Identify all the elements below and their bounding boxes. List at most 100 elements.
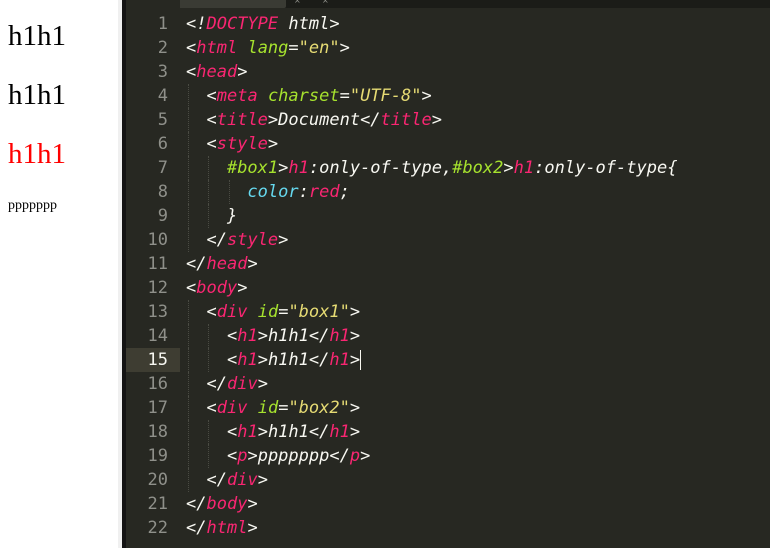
text-caret [360, 350, 362, 370]
code-token: </ [206, 374, 227, 394]
code-token: > [247, 518, 258, 538]
code-token: color [247, 182, 299, 202]
code-token: html [206, 518, 248, 538]
code-line[interactable]: <meta charset="UTF-8"> [186, 84, 432, 108]
code-line[interactable]: </html> [186, 516, 258, 540]
code-line[interactable]: <head> [186, 60, 247, 84]
code-token: meta [216, 86, 258, 106]
code-token: > [237, 62, 248, 82]
line-number: 9 [157, 206, 168, 226]
code-token: = [288, 38, 299, 58]
code-token: > [247, 494, 258, 514]
code-token: html [196, 38, 238, 58]
code-token: < [226, 446, 238, 466]
code-line[interactable]: </div> [186, 372, 268, 396]
code-token: h1 [237, 350, 258, 370]
code-token: : [534, 158, 545, 178]
code-line[interactable]: <html lang="en"> [186, 36, 350, 60]
code-token: head [196, 62, 238, 82]
code-line[interactable]: <h1>h1h1</h1> [186, 324, 360, 348]
code-token: < [186, 278, 197, 298]
code-token: p [237, 446, 248, 466]
code-token: h1 [237, 326, 258, 346]
code-token: > [421, 86, 432, 106]
code-line[interactable]: <body> [186, 276, 247, 300]
code-token: ; [339, 182, 350, 202]
code-token: > [257, 350, 268, 370]
code-token: body [206, 494, 248, 514]
code-token: head [206, 254, 248, 274]
code-token: { [667, 158, 678, 178]
code-line[interactable]: <title>Document</title> [186, 108, 442, 132]
code-token: > [247, 446, 258, 466]
line-number: 16 [147, 374, 168, 394]
code-line[interactable]: </div> [186, 468, 268, 492]
code-line[interactable]: color:red; [186, 180, 350, 204]
code-line[interactable]: <div id="box1"> [186, 300, 360, 324]
line-number: 3 [157, 62, 168, 82]
code-token: > [257, 326, 268, 346]
code-token: </ [206, 230, 227, 250]
code-token: </ [186, 254, 207, 274]
code-token: < [206, 398, 217, 418]
code-token: style [226, 230, 279, 250]
preview-paragraph: ppppppp [8, 198, 57, 213]
code-token: < [206, 134, 217, 154]
code-token: #box2 [452, 158, 504, 178]
code-token: "en" [298, 38, 340, 58]
code-line[interactable]: #box1>h1:only-of-type,#box2>h1:only-of-t… [186, 156, 678, 180]
code-token: p [349, 446, 361, 466]
code-line[interactable]: </body> [186, 492, 258, 516]
code-token: body [196, 278, 238, 298]
code-token: > [257, 374, 268, 394]
code-token: </ [308, 350, 330, 370]
code-line[interactable]: <style> [186, 132, 278, 156]
code-token: = [278, 302, 289, 322]
code-token: < [226, 350, 238, 370]
line-number: 20 [147, 470, 168, 490]
code-token: id [257, 398, 279, 418]
code-token: h1 [329, 350, 350, 370]
code-token: h1h1 [267, 326, 309, 346]
code-token: < [226, 422, 238, 442]
code-token: only-of-type [319, 158, 442, 178]
code-line[interactable]: <h1>h1h1</h1> [186, 348, 360, 372]
line-number: 11 [147, 254, 168, 274]
code-line[interactable]: <!DOCTYPE html> [186, 12, 340, 36]
code-token: "box1" [288, 302, 350, 322]
line-number: 12 [147, 278, 168, 298]
code-line[interactable]: } [186, 204, 237, 228]
code-token: > [349, 398, 361, 418]
code-line[interactable]: </head> [186, 252, 258, 276]
code-token: h1 [513, 158, 535, 178]
code-line[interactable]: </style> [186, 228, 288, 252]
code-token: title [380, 110, 432, 130]
code-token: < [186, 38, 197, 58]
code-token: > [257, 470, 268, 490]
code-editor[interactable]: × × 1 2 3 4 5 6 7 8 9 10 11 12 13 14 15 16 17 18 19 20 21 22 … [126, 0, 770, 548]
line-number: 4 [157, 86, 168, 106]
code-token: > [349, 422, 361, 442]
code-line[interactable]: <div id="box2"> [186, 396, 360, 420]
code-token: h1 [237, 422, 258, 442]
line-number: 2 [157, 38, 168, 58]
code-token: > [503, 158, 514, 178]
code-token: DOCTYPE [206, 14, 279, 34]
code-token: </ [308, 326, 330, 346]
preview-heading-1: h1h1 [8, 20, 66, 52]
code-line[interactable]: <h1>h1h1</h1> [186, 420, 360, 444]
code-area[interactable]: <!DOCTYPE html> <html lang="en"> <head> <m… [186, 0, 770, 548]
code-token: style [216, 134, 268, 154]
code-line[interactable]: <p>ppppppp</p> [186, 444, 370, 468]
code-token: < [206, 110, 217, 130]
code-token: </ [186, 518, 207, 538]
code-token: < [186, 62, 197, 82]
code-token: div [226, 374, 258, 394]
code-token: : [298, 182, 309, 202]
line-number: 14 [147, 326, 168, 346]
